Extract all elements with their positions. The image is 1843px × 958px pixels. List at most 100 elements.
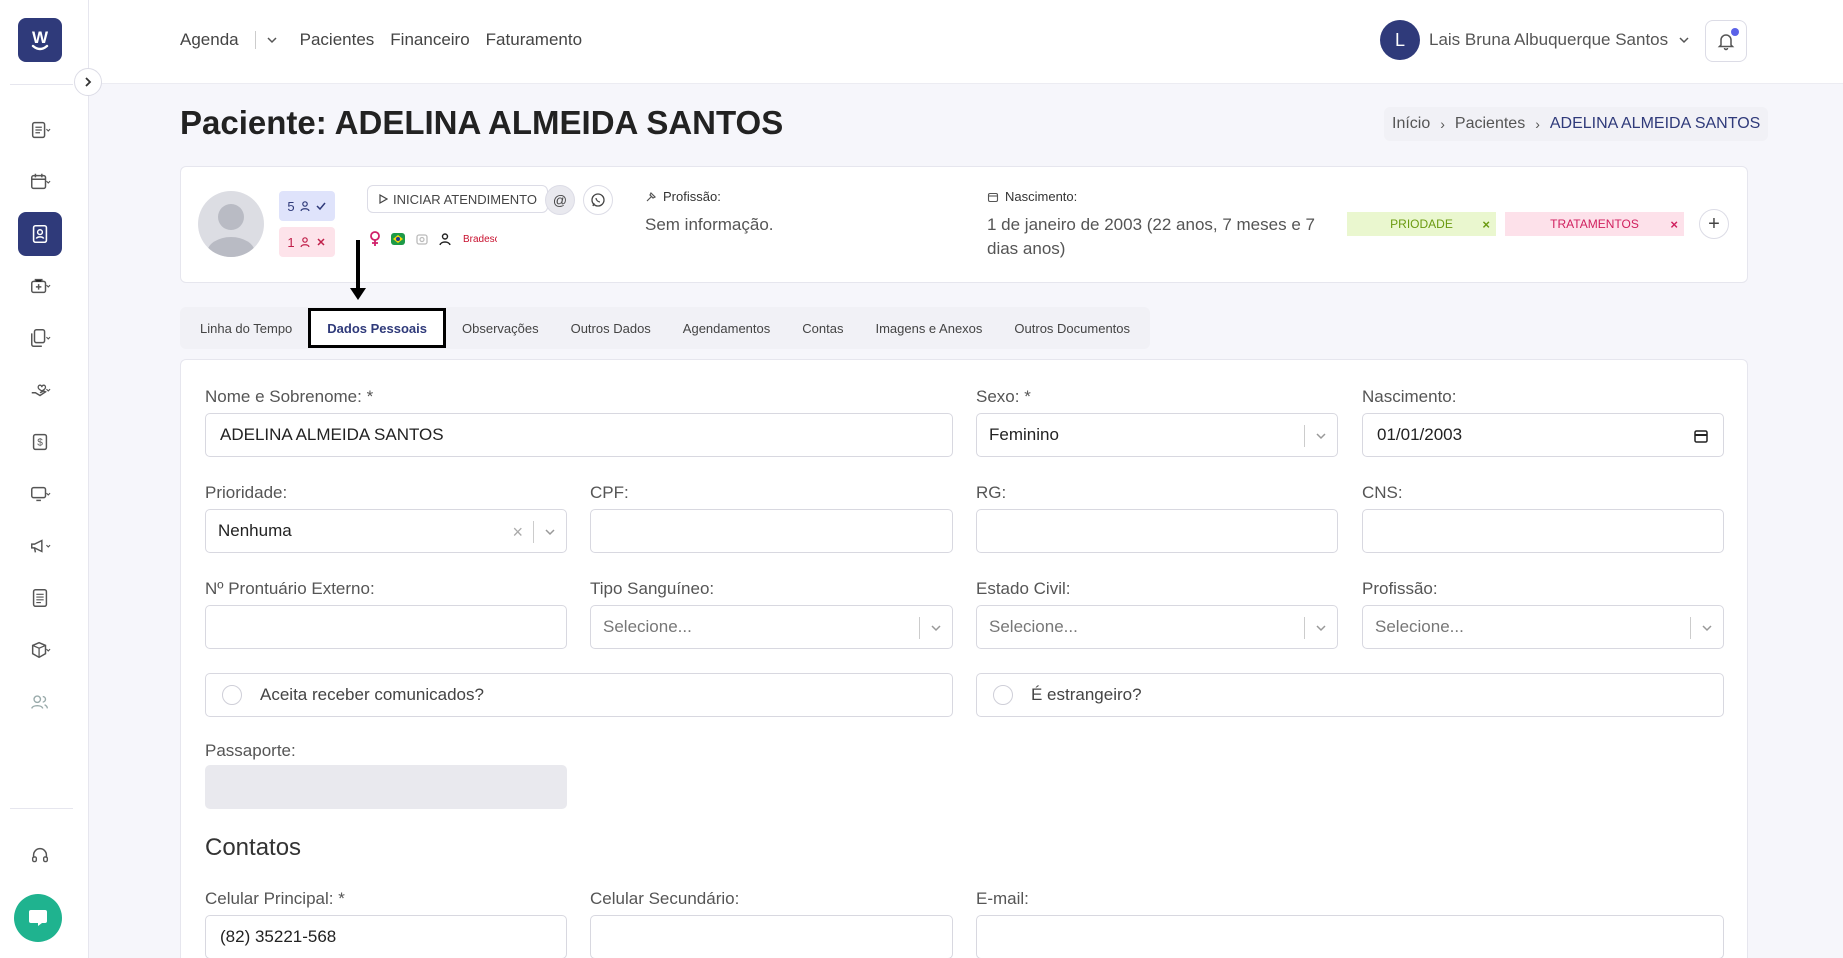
svg-text:W: W [32,28,49,47]
patient-tabs: Linha do Tempo Dados Pessoais Observaçõe… [180,307,1151,349]
estado-civil-select[interactable]: Selecione... [976,605,1338,649]
sidebar-item-patients[interactable] [18,212,62,256]
user-icon [300,201,310,212]
sidebar-item-support[interactable] [18,834,62,878]
chevron-down-icon [545,529,555,536]
chat-button[interactable] [14,894,62,942]
brazil-flag-icon [391,233,405,245]
chevron-down-icon [1679,37,1689,44]
box-icon [31,641,51,659]
remove-tag-icon[interactable]: × [1482,217,1490,232]
checkbox-circle[interactable] [222,685,242,705]
celular-principal-label: Celular Principal: * [205,889,345,908]
missed-count-badge[interactable]: 1 [279,227,335,257]
cns-label: CNS: [1362,483,1403,502]
passaporte-input [205,765,567,809]
svg-text:$: $ [37,438,43,449]
personal-data-form: Nome e Sobrenome: * ADELINA ALMEIDA SANT… [180,359,1748,958]
sidebar-item-calendar[interactable] [18,160,62,204]
whatsapp-icon [591,193,605,207]
start-appointment-button[interactable]: INICIAR ATENDIMENTO [367,185,548,213]
sexo-label: Sexo: * [976,387,1031,406]
nome-input[interactable]: ADELINA ALMEIDA SANTOS [205,413,953,457]
briefcase-medical-icon [31,278,51,294]
birth-value: 1 de janeiro de 2003 (22 anos, 7 meses e… [987,215,1315,258]
celular-principal-input[interactable]: (82) 35221-568 [205,915,567,958]
breadcrumb-pacientes[interactable]: Pacientes [1455,115,1525,133]
email-input[interactable] [976,915,1724,958]
select-placeholder: Selecione... [603,617,692,636]
prioridade-select[interactable]: Nenhuma × [205,509,567,553]
prioridade-value: Nenhuma [218,521,292,540]
tab-outros-dados[interactable]: Outros Dados [555,307,667,349]
add-tag-button[interactable]: + [1699,209,1729,239]
breadcrumb: Início › Pacientes › ADELINA ALMEIDA SAN… [1384,107,1769,141]
tab-observacoes[interactable]: Observações [446,307,555,349]
calendar-icon[interactable] [1693,428,1709,444]
tab-linha-do-tempo[interactable]: Linha do Tempo [184,307,308,349]
sidebar-item-marketing[interactable] [18,524,62,568]
comunicados-checkbox[interactable]: Aceita receber comunicados? [205,673,953,717]
tipo-sanguineo-label: Tipo Sanguíneo: [590,579,715,598]
celular-secundario-input[interactable] [590,915,953,958]
tab-agendamentos[interactable]: Agendamentos [667,307,786,349]
nav-agenda[interactable]: Agenda [180,30,239,50]
email-button[interactable]: @ [545,185,575,215]
cns-input[interactable] [1362,509,1724,553]
tab-contas[interactable]: Contas [786,307,859,349]
profissao-select[interactable]: Selecione... [1362,605,1724,649]
nascimento-date-input[interactable]: 01/01/2003 [1362,413,1724,457]
chevron-right-icon [85,77,92,87]
nav-separator [254,31,256,49]
attended-count-badge[interactable]: 5 [279,191,335,221]
whatsapp-button[interactable] [583,185,613,215]
female-icon [370,231,380,246]
comunicados-label: Aceita receber comunicados? [260,685,484,704]
nav-pacientes[interactable]: Pacientes [300,30,375,50]
nav-faturamento[interactable]: Faturamento [486,30,582,50]
notifications-button[interactable] [1705,20,1747,62]
breadcrumb-home[interactable]: Início [1392,115,1430,133]
tag-treatments: TRATAMENTOS × [1505,212,1684,236]
sidebar-item-records[interactable] [18,108,62,152]
sidebar-item-clinic[interactable] [18,264,62,308]
sidebar-item-finance[interactable]: $ [18,420,62,464]
sidebar-item-care[interactable] [18,368,62,412]
play-icon [379,194,388,204]
nav-financeiro[interactable]: Financeiro [390,30,469,50]
rg-label: RG: [976,483,1007,502]
tipo-sanguineo-select[interactable]: Selecione... [590,605,953,649]
sidebar-item-inventory[interactable] [18,628,62,672]
sidebar-item-screen[interactable] [18,472,62,516]
sidebar: W $ [0,0,89,958]
select-indicator [919,616,942,640]
estrangeiro-checkbox[interactable]: É estrangeiro? [976,673,1724,717]
select-indicator [1304,424,1327,448]
hand-heart-icon [31,384,51,397]
chevron-down-icon[interactable] [266,34,278,46]
clear-icon[interactable]: × [512,522,523,543]
sexo-select[interactable]: Feminino [976,413,1338,457]
prontuario-input[interactable] [205,605,567,649]
select-indicator: × [512,520,556,544]
tab-outros-documentos[interactable]: Outros Documentos [998,307,1146,349]
birth-label-text: Nascimento: [1005,189,1078,204]
rg-input[interactable] [976,509,1338,553]
list-doc-icon [31,121,51,139]
notification-dot [1731,28,1739,36]
select-placeholder: Selecione... [1375,617,1464,636]
chevron-down-icon [1316,433,1326,440]
sidebar-collapse-button[interactable] [74,68,102,96]
tab-imagens-anexos[interactable]: Imagens e Anexos [859,307,998,349]
checkbox-circle[interactable] [993,685,1013,705]
remove-tag-icon[interactable]: × [1670,217,1678,232]
sexo-value: Feminino [989,425,1059,444]
cpf-input[interactable] [590,509,953,553]
sidebar-item-reports[interactable] [18,576,62,620]
app-logo[interactable]: W [18,18,62,62]
tab-dados-pessoais[interactable]: Dados Pessoais [308,308,446,348]
sidebar-item-users[interactable] [18,680,62,724]
sidebar-item-documents[interactable] [18,316,62,360]
profession-label-text: Profissão: [663,189,721,204]
user-menu[interactable]: L Lais Bruna Albuquerque Santos [1380,20,1690,60]
